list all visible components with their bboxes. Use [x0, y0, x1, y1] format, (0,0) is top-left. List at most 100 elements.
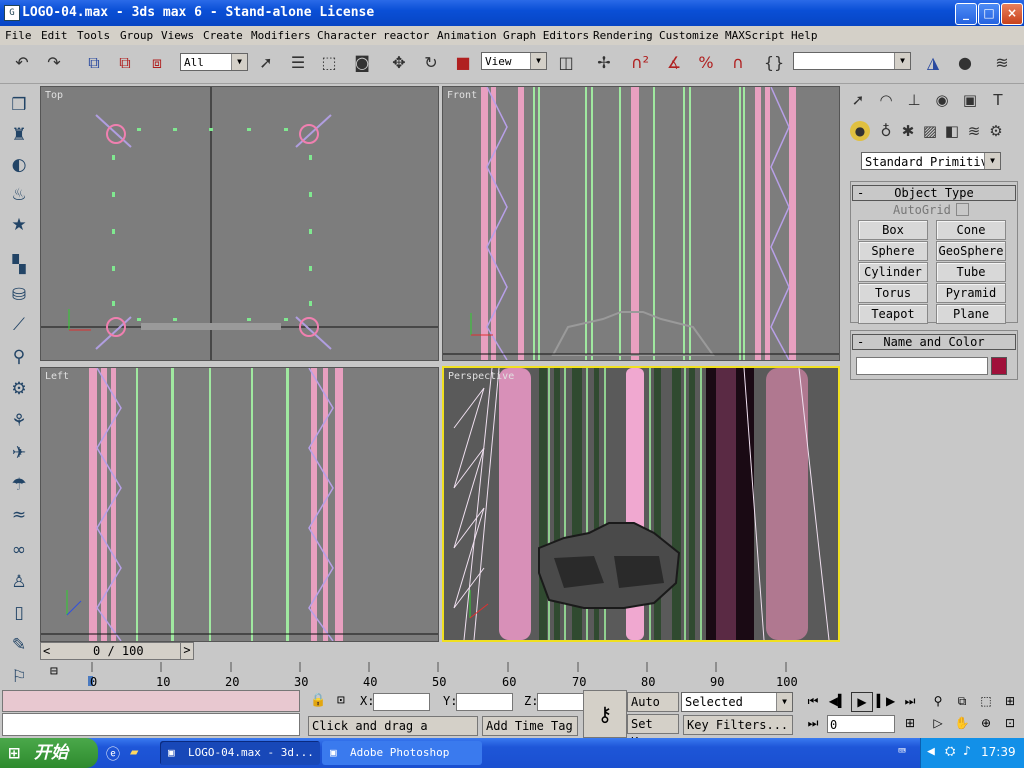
- lamp-icon[interactable]: ♨: [6, 185, 32, 209]
- menu-character[interactable]: Character: [317, 29, 377, 42]
- undo-icon[interactable]: ↶: [10, 51, 34, 75]
- named-selection-dropdown[interactable]: ▼: [793, 52, 911, 70]
- fountain-icon[interactable]: ☂: [6, 475, 32, 499]
- add-time-tag-button[interactable]: Add Time Tag: [482, 716, 578, 736]
- maximize-viewport-icon[interactable]: ⊡: [1000, 714, 1020, 732]
- mirror-icon[interactable]: ◮: [921, 51, 945, 75]
- y-coord-field[interactable]: [456, 693, 513, 711]
- task-photoshop[interactable]: ▣ Adobe Photoshop: [322, 741, 482, 765]
- menu-maxscript[interactable]: MAXScript: [725, 29, 785, 42]
- menu-rendering[interactable]: Rendering: [593, 29, 653, 42]
- lock-icon[interactable]: 🔒: [310, 693, 326, 708]
- pan-icon[interactable]: ✋: [952, 714, 972, 732]
- folder-icon[interactable]: ▰: [130, 744, 138, 760]
- maximize-button[interactable]: □: [978, 3, 1000, 25]
- next-key-icon[interactable]: ▍▶: [876, 692, 896, 710]
- move-icon[interactable]: ✥: [387, 51, 411, 75]
- link-icon[interactable]: ∞: [6, 540, 32, 564]
- auto-key-button[interactable]: Auto Key: [627, 692, 679, 727]
- tray-back-icon[interactable]: ◀: [927, 744, 935, 759]
- torus-button[interactable]: Torus: [858, 283, 928, 303]
- selection-filter-dropdown[interactable]: All ▼: [180, 53, 248, 71]
- sphere-icon[interactable]: ◐: [6, 155, 32, 179]
- viewport-front[interactable]: Front: [442, 86, 840, 361]
- window-crossing-icon[interactable]: ◙: [350, 51, 374, 75]
- align-icon[interactable]: ●: [953, 51, 977, 75]
- paint-icon[interactable]: ✎: [6, 635, 32, 659]
- checker-icon[interactable]: ▚: [6, 255, 32, 279]
- percent-snap-icon[interactable]: %: [694, 51, 718, 75]
- lights-icon[interactable]: ✱: [896, 119, 920, 143]
- volume-icon[interactable]: ♪: [963, 744, 971, 759]
- menu-edit[interactable]: Edit: [41, 29, 68, 42]
- wave-icon[interactable]: ≈: [6, 505, 32, 529]
- redo-icon[interactable]: ↷: [42, 51, 66, 75]
- manipulate-icon[interactable]: ✢: [592, 51, 616, 75]
- door-icon[interactable]: ▯: [6, 603, 32, 627]
- angle-snap-icon[interactable]: ∡: [662, 51, 686, 75]
- maxscript-listener-white[interactable]: [2, 713, 300, 736]
- x-coord-field[interactable]: [373, 693, 430, 711]
- systems-icon[interactable]: ⚙: [984, 119, 1008, 143]
- primitive-type-dropdown[interactable]: Standard Primitiv ▼: [861, 152, 1001, 170]
- cone-button[interactable]: Cone: [936, 220, 1006, 240]
- minimize-button[interactable]: _: [955, 3, 977, 25]
- create-tab-icon[interactable]: ➚: [846, 88, 870, 112]
- start-button[interactable]: ⊞ 开始: [0, 738, 98, 768]
- helpers-icon[interactable]: ◧: [940, 119, 964, 143]
- viewport-top[interactable]: Top: [40, 86, 439, 361]
- zoom-extents-icon[interactable]: ⬚: [976, 692, 996, 710]
- absolute-mode-icon[interactable]: ⊡: [337, 693, 345, 708]
- close-button[interactable]: ×: [1001, 3, 1023, 25]
- network-icon[interactable]: ⛭: [945, 744, 955, 759]
- rotate-icon[interactable]: ↻: [419, 51, 443, 75]
- box-button[interactable]: Box: [858, 220, 928, 240]
- box-icon[interactable]: ❒: [6, 95, 32, 119]
- ie-icon[interactable]: ⓔ: [106, 744, 120, 764]
- ref-coord-dropdown[interactable]: View ▼: [481, 52, 547, 70]
- zoom-all-icon[interactable]: ⧉: [952, 692, 972, 710]
- edit-named-sel-icon[interactable]: {}: [762, 51, 786, 75]
- menu-group[interactable]: Group: [120, 29, 153, 42]
- object-name-field[interactable]: [856, 357, 988, 375]
- menu-create[interactable]: Create: [203, 29, 243, 42]
- viewport-label-front[interactable]: Front: [447, 90, 477, 101]
- prev-key-icon[interactable]: ◀▍: [828, 692, 848, 710]
- next-frame-icon[interactable]: >: [180, 642, 194, 660]
- maxscript-listener-pink[interactable]: [2, 690, 300, 712]
- goto-end-icon[interactable]: ⏭: [900, 692, 920, 710]
- motion-tab-icon[interactable]: ◉: [930, 88, 954, 112]
- autogrid-checkbox[interactable]: [956, 203, 969, 216]
- geometry-icon[interactable]: ●: [850, 121, 870, 141]
- viewport-label-left[interactable]: Left: [45, 371, 69, 382]
- geosphere-button[interactable]: GeoSphere: [936, 241, 1006, 261]
- select-object-icon[interactable]: ➚: [254, 51, 278, 75]
- layers-icon[interactable]: ≋: [990, 51, 1014, 75]
- cylinder-button[interactable]: Cylinder: [858, 262, 928, 282]
- menu-tools[interactable]: Tools: [77, 29, 110, 42]
- utilities-tab-icon[interactable]: T: [986, 88, 1010, 112]
- wrench-icon[interactable]: ⚲: [6, 347, 32, 371]
- viewport-perspective[interactable]: Perspective: [442, 366, 840, 642]
- menu-animation[interactable]: Animation: [437, 29, 497, 42]
- gear-icon[interactable]: ⚙: [6, 379, 32, 403]
- use-pivot-icon[interactable]: ◫: [554, 51, 578, 75]
- magnet-icon[interactable]: ⚘: [6, 411, 32, 435]
- figure-icon[interactable]: ♙: [6, 572, 32, 596]
- tube-button[interactable]: Tube: [936, 262, 1006, 282]
- teapot-button[interactable]: Teapot: [858, 304, 928, 324]
- rectangular-region-icon[interactable]: ⬚: [317, 51, 341, 75]
- time-slider[interactable]: < 0 / 100 >: [40, 642, 846, 660]
- object-type-header[interactable]: - Object Type: [852, 185, 1016, 201]
- bind-space-warp-icon[interactable]: ⧈: [145, 51, 169, 75]
- select-by-name-icon[interactable]: ☰: [286, 51, 310, 75]
- unlink-icon[interactable]: ⧉: [113, 51, 137, 75]
- field-of-view-icon[interactable]: ▷: [928, 714, 948, 732]
- scale-icon[interactable]: ■: [451, 51, 475, 75]
- space-warps-icon[interactable]: ≋: [962, 119, 986, 143]
- track-bar[interactable]: ⊟ 0 10 20 30 40 50 60 70 80 90 100: [40, 662, 846, 689]
- prev-frame-icon[interactable]: <: [43, 644, 50, 658]
- spinner-snap-icon[interactable]: ∩: [726, 51, 750, 75]
- 3ds-max-icon[interactable]: G: [4, 5, 20, 21]
- key-icon[interactable]: ⚷: [583, 690, 627, 738]
